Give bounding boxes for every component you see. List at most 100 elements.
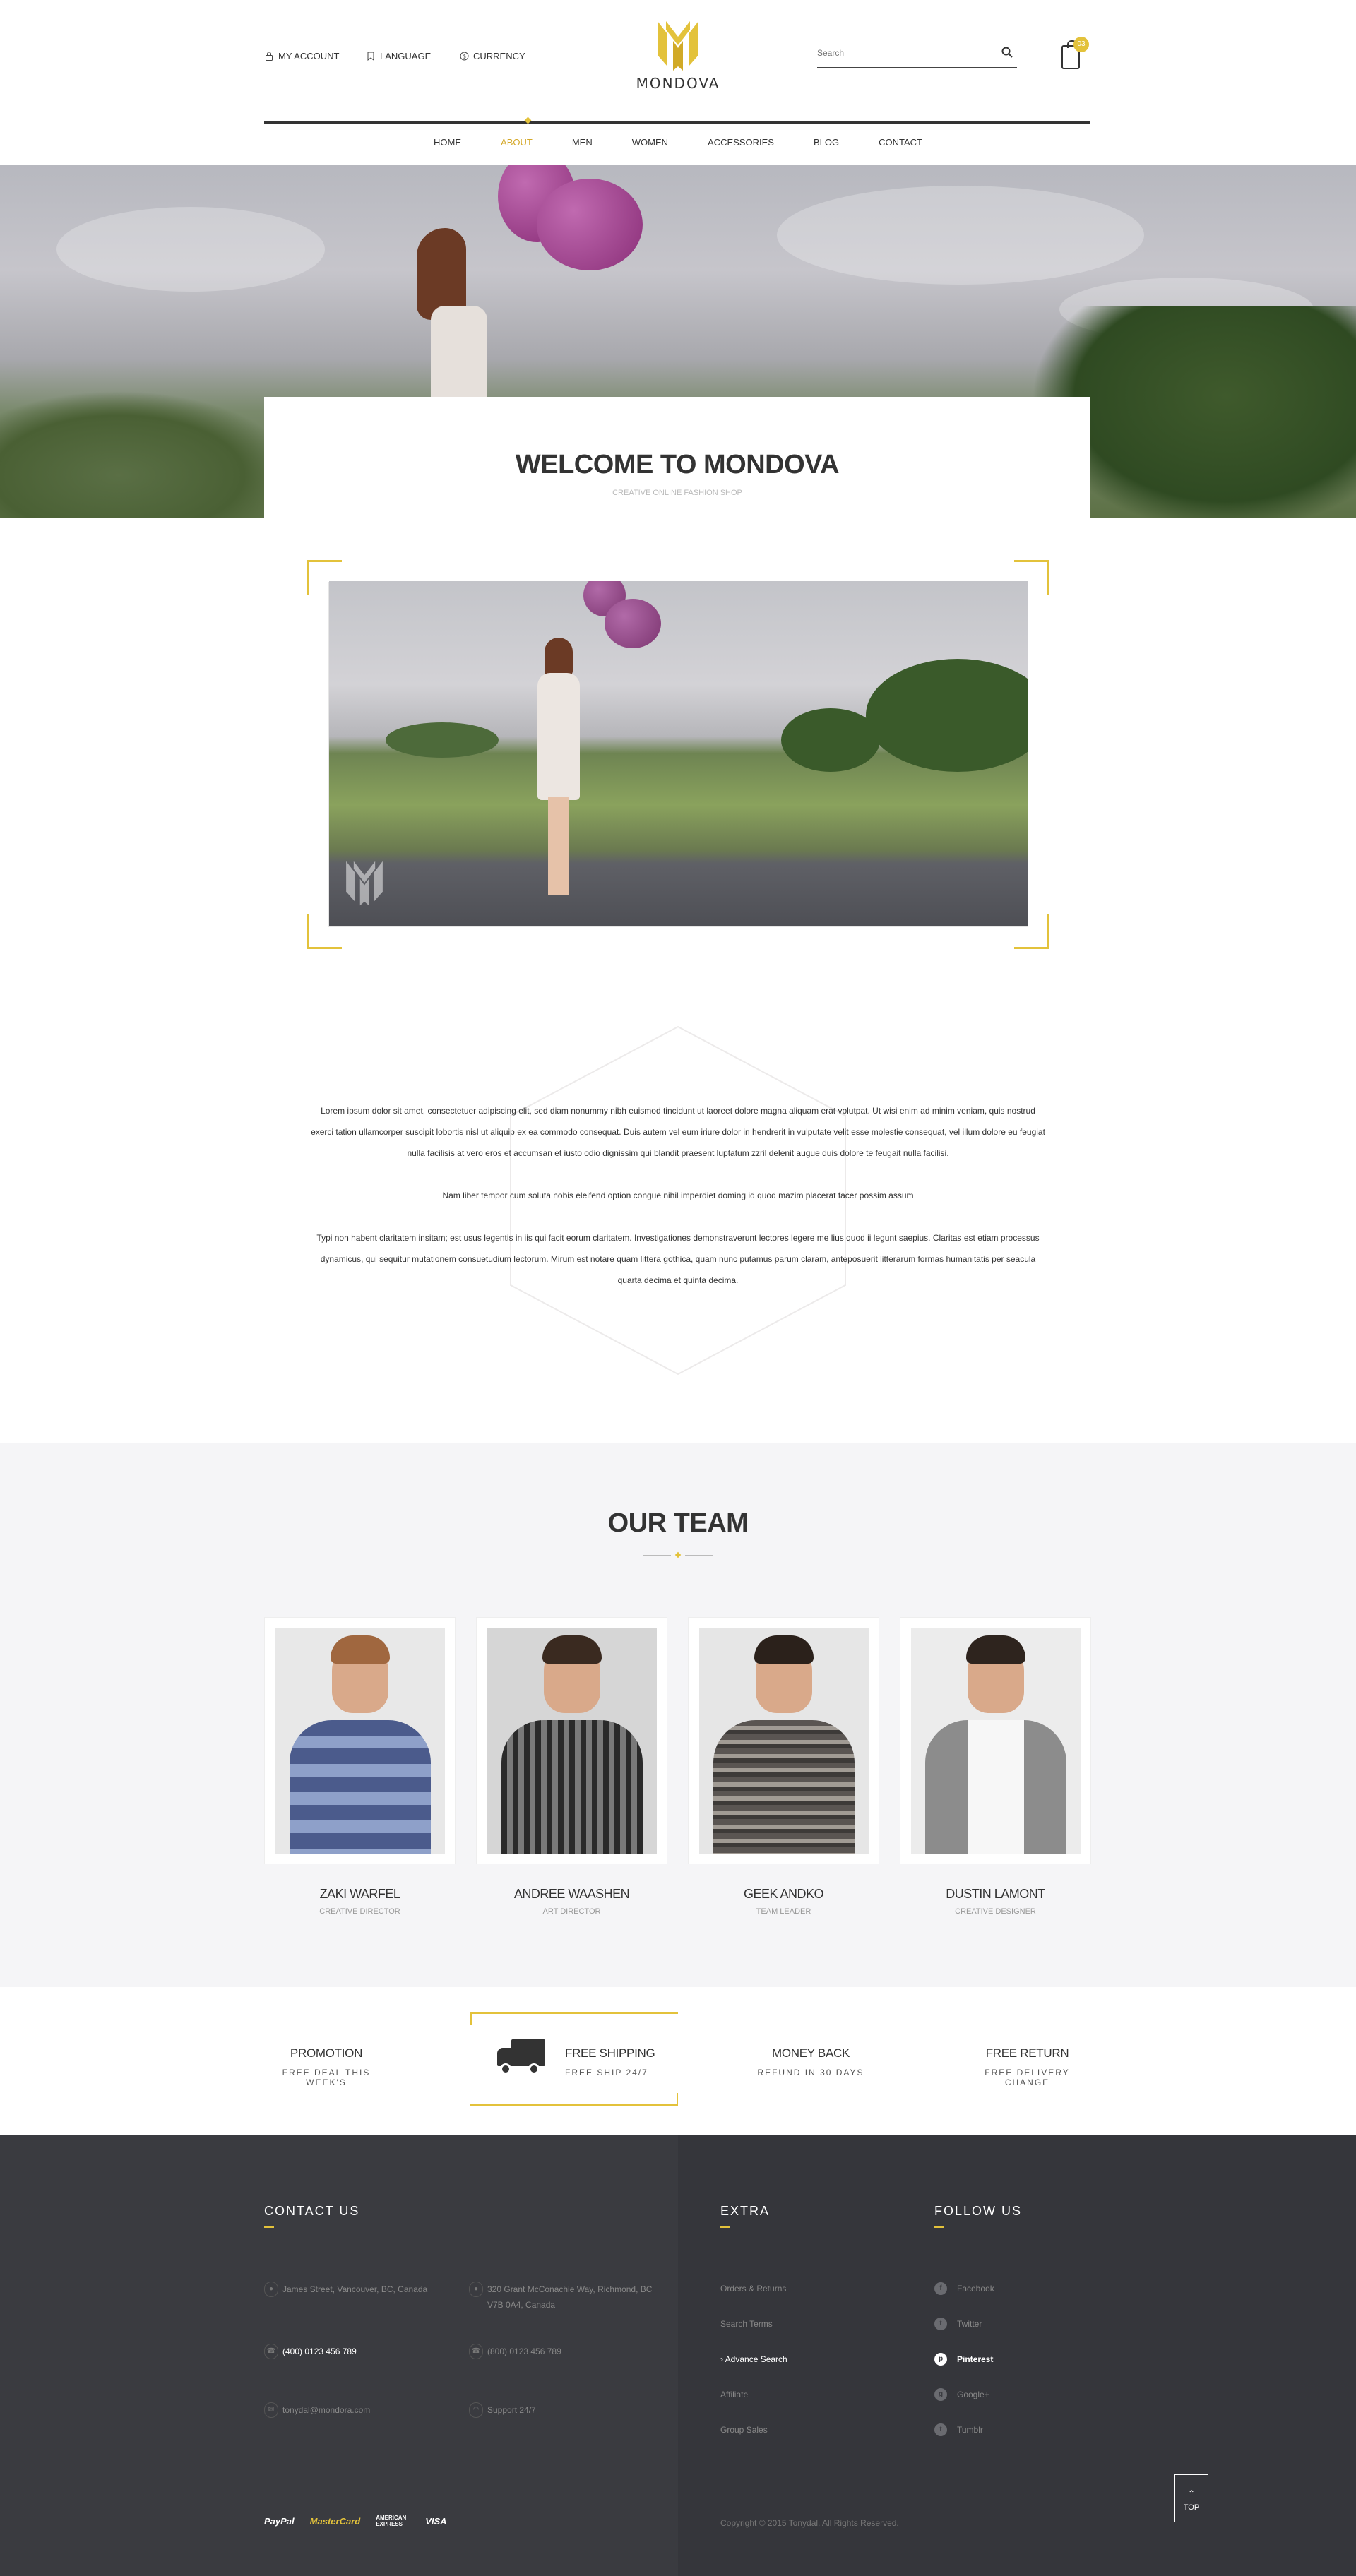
follow-google-plus[interactable]: g Google+ [934,2388,989,2401]
contact-text: Support 24/7 [487,2405,536,2415]
extra-link-search-terms[interactable]: Search Terms [720,2319,773,2329]
contact-support: ◠ Support 24/7 [469,2402,536,2418]
contact-address-2: ● 320 Grant McConachie Way, Richmond, BC… [469,2282,660,2313]
language-link[interactable]: LANGUAGE [366,51,431,61]
map-pin-icon: ● [469,2282,483,2297]
follow-facebook[interactable]: f Facebook [934,2282,994,2295]
welcome-box: WELCOME TO MONDOVA CREATIVE ONLINE FASHI… [264,397,1090,518]
team-member-photo [699,1628,869,1854]
extra-link-orders-returns[interactable]: Orders & Returns [720,2284,786,2294]
currency-label: CURRENCY [473,51,525,61]
lock-icon [264,52,274,61]
nav-women[interactable]: WOMEN [632,137,668,148]
contact-text: (400) 0123 456 789 [282,2347,357,2356]
about-paragraph-2: Nam liber tempor cum soluta nobis eleife… [442,1191,914,1200]
my-account-label: MY ACCOUNT [278,51,340,61]
feature-money-back: MONEY BACK REFUND IN 30 DAYS [756,2046,866,2077]
pinterest-icon: p [934,2353,947,2366]
headset-icon: ◠ [469,2402,483,2418]
feature-subtitle: REFUND IN 30 DAYS [757,2068,864,2077]
site-footer: CONTACT US ● James Street, Vancouver, BC… [0,2135,1356,2576]
team-member-card[interactable]: ANDREE WAASHEN ART DIRECTOR [476,1617,667,1916]
nav-divider [264,121,1090,124]
team-member-photo [911,1628,1081,1854]
svg-text:$: $ [462,53,465,59]
feature-subtitle: FREE SHIP 24/7 [565,2068,648,2077]
logo-text: MONDOVA [636,75,720,92]
language-label: LANGUAGE [380,51,432,61]
cart-count-badge: 03 [1074,37,1089,52]
search-bar [817,42,1017,68]
team-member-photo-frame [264,1617,456,1864]
feature-title: FREE SHIPPING [565,2046,655,2060]
welcome-title: WELCOME TO MONDOVA [515,450,840,479]
back-to-top-button[interactable]: ⌃ TOP [1174,2474,1208,2522]
feature-free-shipping: FREE SHIPPING FREE SHIP 24/7 [565,2046,657,2077]
about-photo [329,581,1028,926]
nav-accessories[interactable]: ACCESSORIES [708,137,774,148]
site-logo[interactable]: MONDOVA [636,20,720,92]
copyright-text: Copyright © 2015 Tonydal. All Rights Res… [720,2518,899,2528]
nav-men[interactable]: MEN [572,137,593,148]
nav-about[interactable]: ABOUT [501,137,533,148]
follow-label: Twitter [957,2319,982,2329]
follow-twitter[interactable]: t Twitter [934,2318,982,2330]
extra-heading: EXTRA [720,2204,771,2228]
team-member-photo [487,1628,657,1854]
follow-tumblr[interactable]: t Tumblr [934,2423,983,2436]
extra-link-group-sales[interactable]: Group Sales [720,2425,768,2435]
contact-text: 320 Grant McConachie Way, Richmond, BC V… [487,2284,653,2310]
phone-icon: ☎ [264,2344,278,2359]
team-member-role: CREATIVE DIRECTOR [319,1907,400,1916]
follow-label: Google+ [957,2390,989,2399]
walking-model-figure [530,638,587,906]
team-member-photo [275,1628,445,1854]
twitter-icon: t [934,2318,947,2330]
extra-link-affiliate[interactable]: Affiliate [720,2390,748,2399]
team-member-card[interactable]: GEEK ANDKO TEAM LEADER [688,1617,879,1916]
team-member-photo-frame [688,1617,879,1864]
search-input[interactable] [817,42,987,64]
nav-blog[interactable]: BLOG [814,137,839,148]
about-paragraphs: Lorem ipsum dolor sit amet, consectetuer… [311,1100,1045,1312]
search-icon[interactable] [1001,47,1013,61]
about-text-section: Lorem ipsum dolor sit amet, consectetuer… [311,1024,1045,1377]
bookmark-icon [366,52,376,61]
logo-mark-icon [658,21,698,71]
contact-text: tonydal@mondora.com [282,2405,371,2415]
contact-text: (800) 0123 456 789 [487,2347,561,2356]
visa-logo: VISA [425,2515,447,2527]
google-plus-icon: g [934,2388,947,2401]
extra-link-advance-search[interactable]: Advance Search [720,2354,787,2364]
team-member-photo-frame [476,1617,667,1864]
my-account-link[interactable]: MY ACCOUNT [264,51,339,61]
team-member-card[interactable]: ZAKI WARFEL CREATIVE DIRECTOR [264,1617,456,1916]
site-header: MY ACCOUNT LANGUAGE $ CURRENCY MONDOVA 0… [0,0,1356,165]
team-member-role: TEAM LEADER [756,1907,811,1916]
welcome-subtitle: CREATIVE ONLINE FASHION SHOP [612,489,742,497]
features-bar: PROMOTION FREE DEAL THIS WEEK'S FREE SHI… [0,1987,1356,2135]
team-member-photo-frame [900,1617,1091,1864]
feature-title: MONEY BACK [771,2046,850,2060]
feature-subtitle: FREE DEAL THIS WEEK'S [282,2068,371,2087]
top-label: TOP [1183,2503,1200,2512]
currency-link[interactable]: $ CURRENCY [459,51,525,61]
nav-contact[interactable]: CONTACT [879,137,922,148]
follow-pinterest[interactable]: p Pinterest [934,2353,993,2366]
contact-phone-2[interactable]: ☎ (800) 0123 456 789 [469,2344,561,2359]
logo-watermark-icon [345,860,384,910]
mail-icon: ✉ [264,2402,278,2418]
team-member-role: ART DIRECTOR [542,1907,601,1916]
follow-heading: FOLLOW US [934,2204,1023,2228]
contact-heading: CONTACT US [264,2204,360,2228]
contact-phone-1[interactable]: ☎ (400) 0123 456 789 [264,2344,357,2359]
contact-email[interactable]: ✉ tonydal@mondora.com [264,2402,370,2418]
contact-address-1: ● James Street, Vancouver, BC, Canada [264,2282,448,2297]
team-member-card[interactable]: DUSTIN LAMONT CREATIVE DESIGNER [900,1617,1091,1916]
cart-button[interactable]: 03 [1058,37,1089,73]
about-paragraph-1: Lorem ipsum dolor sit amet, consectetuer… [311,1106,1045,1158]
about-paragraph-3: Typi non habent claritatem insitam; est … [316,1233,1040,1285]
feature-promotion: PROMOTION FREE DEAL THIS WEEK'S [264,2046,388,2087]
nav-home[interactable]: HOME [434,137,461,148]
tumblr-icon: t [934,2423,947,2436]
